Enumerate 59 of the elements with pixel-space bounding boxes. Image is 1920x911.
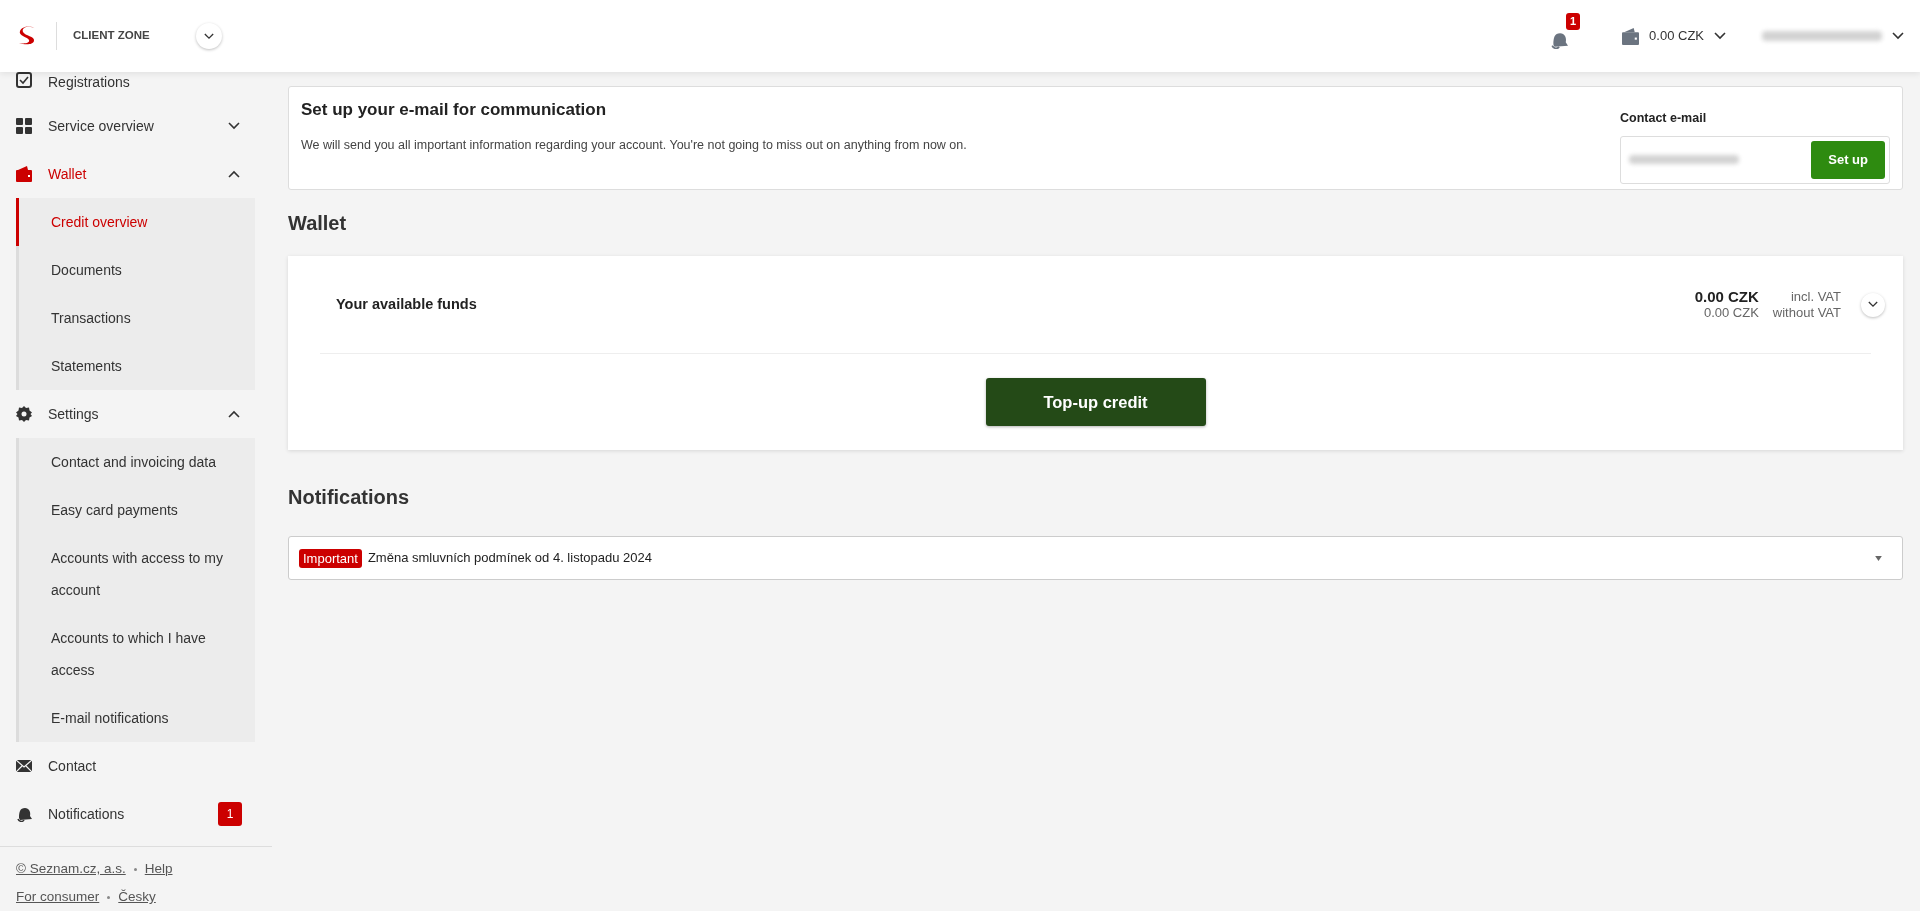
submenu-item[interactable]: Statements: [16, 342, 255, 390]
sidebar-item[interactable]: Registrations: [0, 72, 272, 102]
submenu-item[interactable]: Transactions: [16, 294, 255, 342]
chevron-down-icon: [1892, 32, 1904, 40]
footer-link[interactable]: © Seznam.cz, a.s.: [16, 859, 126, 880]
footer-link[interactable]: Česky: [118, 887, 156, 908]
submenu-item[interactable]: Documents: [16, 246, 255, 294]
app-title: CLIENT ZONE: [73, 28, 150, 44]
important-tag: Important: [299, 548, 362, 568]
balance-menu[interactable]: 0.00 CZK: [1622, 26, 1726, 46]
footer-link[interactable]: Help: [144, 859, 173, 880]
grid-icon: [16, 118, 32, 134]
sidebar-item[interactable]: Notifications 1: [0, 790, 272, 838]
submenu-item[interactable]: Accounts with access to my account: [16, 534, 255, 614]
sidebar-item[interactable]: Service overview: [0, 102, 272, 150]
vat-label: incl. VAT: [1789, 288, 1841, 305]
notification-text: Změna smluvních podmínek od 4. listopadu 2024: [367, 549, 652, 568]
footer-link[interactable]: For consumer: [16, 887, 100, 908]
funds-label: Your available funds: [336, 294, 477, 314]
card-description: We will send you all important information regarding your account. You're not going to miss out on anything from now on.: [301, 136, 968, 154]
wallet-icon: [1622, 27, 1640, 45]
account-menu[interactable]: [1762, 31, 1904, 41]
caret-icon: [1875, 555, 1882, 561]
envelope-icon: [16, 760, 32, 772]
notification-count: 1: [218, 802, 242, 826]
checkbox-icon: [16, 72, 32, 88]
expand-button[interactable]: [1861, 292, 1885, 317]
setup-button[interactable]: Set up: [1811, 140, 1885, 179]
chevron-down-icon: [228, 122, 240, 130]
sidebar-item[interactable]: Contact: [0, 742, 272, 790]
submenu-item[interactable]: Credit overview: [16, 198, 255, 246]
submenu-item[interactable]: Easy card payments: [16, 486, 255, 534]
field-label: Contact e-mail: [1620, 110, 1708, 127]
vat-label: without VAT: [1772, 304, 1841, 321]
notification-count: 1: [1565, 13, 1581, 30]
submenu-item[interactable]: E-mail notifications: [16, 694, 255, 742]
amount: 0.00 CZK: [1702, 304, 1759, 321]
submenu-item[interactable]: Contact and invoicing data: [16, 438, 255, 486]
bell-icon: [16, 806, 32, 822]
notification-row[interactable]: Important Změna smluvních podmínek od 4. listopadu 2024: [288, 536, 1903, 580]
top-up-button[interactable]: Top-up credit: [985, 378, 1206, 426]
section-heading: Notifications: [288, 485, 411, 510]
section-heading: Wallet: [288, 211, 348, 236]
chevron-down-icon: [1868, 301, 1878, 308]
notifications-button[interactable]: 1: [1548, 13, 1581, 53]
sidebar-item[interactable]: Settings: [0, 390, 272, 438]
chevron-up-icon: [228, 410, 240, 418]
amount: 0.00 CZK: [1694, 288, 1759, 305]
sidebar-item[interactable]: Wallet: [0, 150, 272, 198]
bell-icon: [1550, 31, 1569, 49]
card-title: Set up your e-mail for communication: [301, 99, 608, 121]
gear-icon: [16, 406, 32, 422]
wallet-icon: [16, 166, 32, 182]
chevron-down-icon: [203, 32, 214, 40]
email-field[interactable]: Set up: [1620, 135, 1890, 184]
chevron-down-icon: [1714, 32, 1726, 40]
app-menu-button[interactable]: [195, 23, 222, 49]
submenu-item[interactable]: Accounts to which I have access: [16, 614, 255, 694]
chevron-up-icon: [228, 170, 240, 178]
